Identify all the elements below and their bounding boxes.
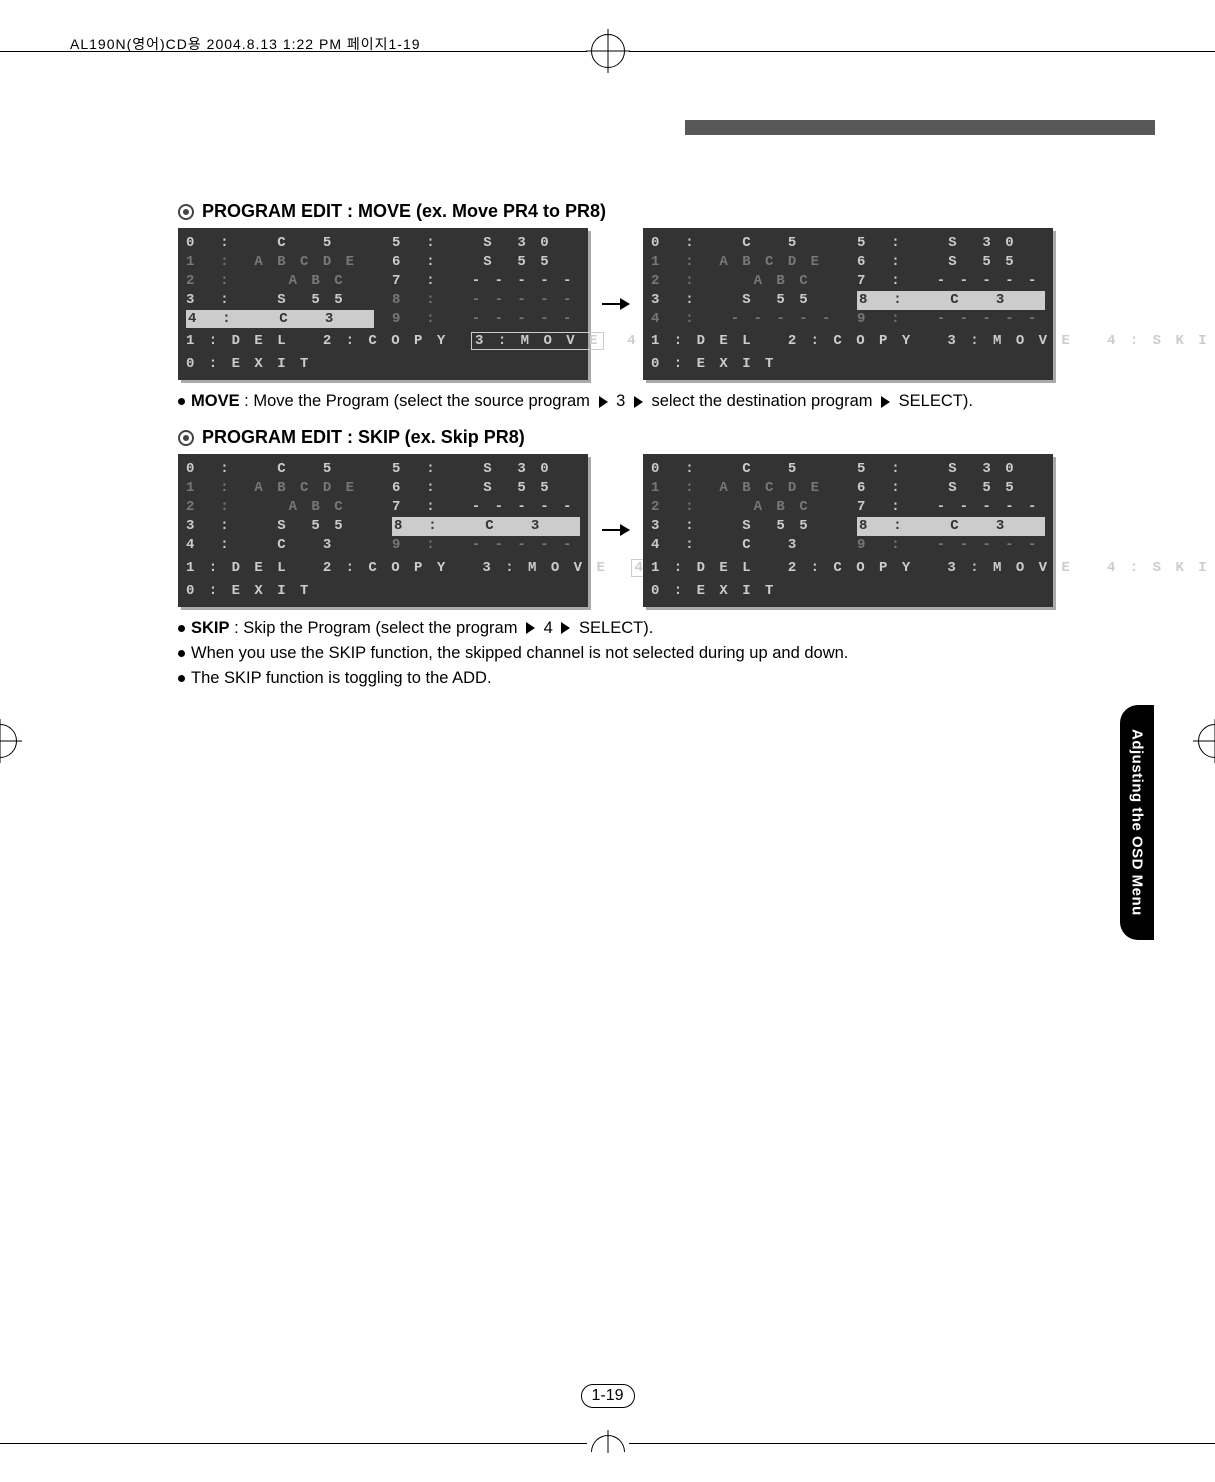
section-title-text: PROGRAM EDIT : SKIP (ex. Skip PR8)	[202, 427, 525, 448]
osd-row: 6 : S 5 5	[392, 253, 580, 272]
osd-row: 1 : A B C D E	[651, 479, 839, 498]
print-header: AL190N(영어)CD용 2004.8.13 1:22 PM 페이지1-19	[70, 34, 421, 54]
osd-row: 5 : S 3 0	[857, 460, 1045, 479]
osd-row: 8 : C 3	[392, 517, 580, 536]
osd-row: 4 : C 3	[186, 310, 374, 329]
page-number: 1-19	[580, 1384, 634, 1408]
triangle-right-icon	[599, 396, 608, 408]
move-description: MOVE : Move the Program (select the sour…	[178, 390, 1053, 413]
move-panels: 0 : C 51 : A B C D E2 : A B C3 : S 5 54 …	[178, 228, 1053, 380]
osd-row: 5 : S 3 0	[392, 460, 580, 479]
osd-row: 6 : S 5 5	[392, 479, 580, 498]
section-title-move: PROGRAM EDIT : MOVE (ex. Move PR4 to PR8…	[178, 201, 1053, 222]
osd-row: 2 : A B C	[651, 272, 839, 291]
osd-row: 8 : - - - - -	[392, 291, 580, 310]
osd-row: 2 : A B C	[186, 272, 374, 291]
osd-row: 2 : A B C	[186, 498, 374, 517]
osd-row: 3 : S 5 5	[651, 517, 839, 536]
triangle-right-icon	[881, 396, 890, 408]
triangle-right-icon	[526, 622, 535, 634]
osd-panel: 0 : C 51 : A B C D E2 : A B C3 : S 5 54 …	[643, 454, 1053, 606]
skip-description-3: The SKIP function is toggling to the ADD…	[178, 667, 1053, 690]
osd-row: 4 : C 3	[186, 536, 374, 555]
osd-row: 3 : S 5 5	[186, 291, 374, 310]
osd-row: 7 : - - - - -	[857, 498, 1045, 517]
osd-row: 4 : C 3	[651, 536, 839, 555]
osd-row: 6 : S 5 5	[857, 479, 1045, 498]
osd-row: 8 : C 3	[857, 517, 1045, 536]
osd-row: 0 : C 5	[186, 234, 374, 253]
osd-row: 1 : A B C D E	[651, 253, 839, 272]
osd-row: 9 : - - - - -	[392, 310, 580, 329]
osd-panel: 0 : C 51 : A B C D E2 : A B C3 : S 5 54 …	[178, 228, 588, 380]
target-icon	[178, 204, 194, 220]
skip-description-1: SKIP : Skip the Program (select the prog…	[178, 617, 1053, 640]
target-icon	[178, 430, 194, 446]
osd-row: 7 : - - - - -	[392, 498, 580, 517]
osd-row: 4 : - - - - -	[651, 310, 839, 329]
osd-panel: 0 : C 51 : A B C D E2 : A B C3 : S 5 54 …	[178, 454, 588, 606]
osd-row: 9 : - - - - -	[392, 536, 580, 555]
skip-panels: 0 : C 51 : A B C D E2 : A B C3 : S 5 54 …	[178, 454, 1053, 606]
section-title-text: PROGRAM EDIT : MOVE (ex. Move PR4 to PR8…	[202, 201, 606, 222]
osd-row: 5 : S 3 0	[857, 234, 1045, 253]
header-bar	[685, 120, 1155, 135]
triangle-right-icon	[634, 396, 643, 408]
section-title-skip: PROGRAM EDIT : SKIP (ex. Skip PR8)	[178, 427, 1053, 448]
osd-row: 9 : - - - - -	[857, 310, 1045, 329]
osd-row: 2 : A B C	[651, 498, 839, 517]
osd-row: 0 : C 5	[651, 234, 839, 253]
osd-row: 9 : - - - - -	[857, 536, 1045, 555]
arrow-right-icon	[602, 529, 629, 531]
osd-row: 3 : S 5 5	[651, 291, 839, 310]
crop-mark-right	[1198, 724, 1215, 758]
skip-description-2: When you use the SKIP function, the skip…	[178, 642, 1053, 665]
osd-row: 0 : C 5	[651, 460, 839, 479]
osd-row: 1 : A B C D E	[186, 479, 374, 498]
osd-panel: 0 : C 51 : A B C D E2 : A B C3 : S 5 54 …	[643, 228, 1053, 380]
crop-mark-bottom	[0, 1435, 1215, 1452]
osd-row: 8 : C 3	[857, 291, 1045, 310]
osd-row: 3 : S 5 5	[186, 517, 374, 536]
crop-mark-left	[0, 724, 17, 758]
osd-row: 5 : S 3 0	[392, 234, 580, 253]
osd-row: 7 : - - - - -	[392, 272, 580, 291]
osd-row: 0 : C 5	[186, 460, 374, 479]
osd-row: 7 : - - - - -	[857, 272, 1045, 291]
side-tab: Adjusting the OSD Menu	[1120, 705, 1154, 940]
osd-row: 6 : S 5 5	[857, 253, 1045, 272]
osd-row: 1 : A B C D E	[186, 253, 374, 272]
triangle-right-icon	[561, 622, 570, 634]
arrow-right-icon	[602, 303, 629, 305]
